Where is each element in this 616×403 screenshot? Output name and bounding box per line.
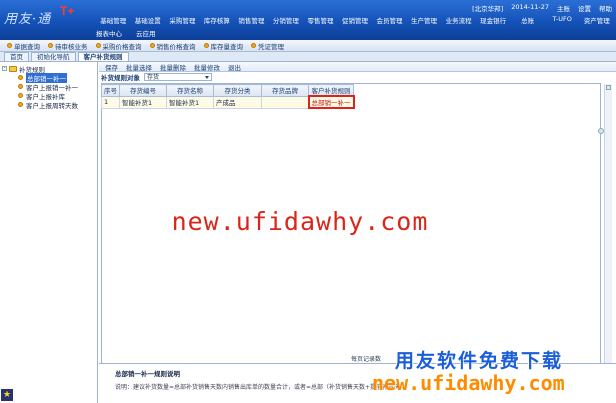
status-bar: [北京华邦] 2014-11-27 主账 设置 帮助	[472, 3, 612, 13]
table-cell[interactable]: 智能补货1	[119, 95, 167, 109]
table-cell[interactable]: 智能补货1	[166, 95, 214, 109]
node-icon	[18, 75, 23, 80]
collapse-icon[interactable]: -	[2, 66, 7, 71]
tab-init-nav[interactable]: 初始化导航	[31, 52, 76, 61]
company-name: [北京华邦]	[472, 5, 504, 13]
top-banner: 用友·通 T+ [北京华邦] 2014-11-27 主账 设置 帮助 基础管理 …	[0, 0, 616, 40]
menu-item[interactable]: 业务流程	[441, 15, 476, 25]
vertical-scrollbar[interactable]	[604, 84, 612, 378]
column-header[interactable]: 序号	[101, 84, 120, 97]
menu-item-report-center[interactable]: 报表中心	[96, 28, 122, 38]
action-toolbar: 保存 批量选择 批量删除 批量修改 退出	[99, 62, 616, 72]
table-cell[interactable]	[261, 95, 309, 109]
secondary-menu: 报表中心 云应用	[96, 28, 156, 38]
folder-icon	[9, 65, 17, 72]
description-title: 总部销一补一规则说明	[115, 370, 180, 378]
batch-edit-button[interactable]: 批量修改	[194, 62, 220, 72]
save-button[interactable]: 保存	[105, 62, 118, 72]
column-header[interactable]: 存货品牌	[261, 84, 309, 97]
watermark-brand: 用友软件免费下载	[395, 351, 564, 372]
tree-node[interactable]: 客户上报周转天数	[2, 100, 97, 110]
rule-cell-selected[interactable]: 总部销一补一	[307, 95, 355, 109]
menu-item[interactable]: 零售管理	[303, 15, 338, 25]
toolbar-icon	[251, 43, 256, 48]
filter-row: 补货规则对象 存货	[99, 72, 616, 82]
batch-delete-button[interactable]: 批量删除	[160, 62, 186, 72]
column-header[interactable]: 存货编号	[119, 84, 167, 97]
node-icon	[18, 93, 23, 98]
exit-button[interactable]: 退出	[228, 62, 241, 72]
scroll-up-icon[interactable]	[606, 85, 611, 90]
toolbar-item[interactable]: 待审核业务	[45, 41, 91, 51]
user-menu[interactable]: 主账	[557, 3, 570, 13]
menu-item[interactable]: T-UFO	[545, 15, 580, 25]
toolbar-icon	[48, 43, 53, 48]
menu-item[interactable]: 现金银行	[476, 15, 511, 25]
menu-item[interactable]: 基础管理	[96, 15, 131, 25]
tab-home[interactable]: 首页	[4, 52, 29, 61]
toolbar-item[interactable]: 库存量查询	[201, 41, 247, 51]
app-logo: 用友·通	[4, 12, 52, 27]
column-header[interactable]: 存货名称	[166, 84, 214, 97]
sidebar: - 补货规则 总部销一补一 客户上报销一补一 客户上报补库 客户上报周转天数	[0, 62, 98, 403]
menu-item[interactable]: 基础设置	[131, 15, 166, 25]
menu-item[interactable]: 采购管理	[165, 15, 200, 25]
menu-item[interactable]: 资产管理	[579, 15, 614, 25]
table-row[interactable]: 1 智能补货1 智能补货1 产成品 总部销一补一	[101, 95, 355, 109]
login-date: 2014-11-27	[511, 3, 549, 11]
page-size-label: 每页记录数	[351, 356, 382, 363]
settings-menu[interactable]: 设置	[578, 3, 591, 13]
toolbar-item[interactable]: 凭证管理	[248, 41, 287, 51]
menu-item[interactable]: 销售管理	[234, 15, 269, 25]
rules-table: 序号 存货编号 存货名称 存货分类 存货品牌 客户补货规则 1 智能补货1 智能…	[101, 84, 355, 109]
quick-toolbar: 单据查询 待审核业务 采购价格查询 销售价格查询 库存量查询 凭证管理	[0, 40, 616, 52]
toolbar-item[interactable]: 单据查询	[4, 41, 43, 51]
watermark-url-bottom: new.ufidawhy.com	[372, 371, 565, 395]
menu-item[interactable]: 生产管理	[407, 15, 442, 25]
menu-item-cloud[interactable]: 云应用	[136, 28, 156, 38]
logo-mark: T+	[60, 4, 75, 18]
menu-item[interactable]: 促销管理	[338, 15, 373, 25]
menu-item[interactable]: 分销管理	[269, 15, 304, 25]
column-header[interactable]: 存货分类	[213, 84, 262, 97]
tab-bar: 首页 初始化导航 客户补货规则	[0, 52, 616, 62]
watermark-url: new.ufidawhy.com	[171, 207, 429, 236]
pager: 每页记录数	[351, 354, 381, 363]
star-icon[interactable]: ★	[1, 389, 13, 401]
main-menu: 基础管理 基础设置 采购管理 库存核算 销售管理 分销管理 零售管理 促销管理 …	[96, 15, 614, 25]
table-header-row: 序号 存货编号 存货名称 存货分类 存货品牌 客户补货规则	[101, 84, 354, 97]
toolbar-item[interactable]: 采购价格查询	[93, 41, 145, 51]
toolbar-item[interactable]: 销售价格查询	[147, 41, 199, 51]
rule-tree: - 补货规则 总部销一补一 客户上报销一补一 客户上报补库 客户上报周转天数	[0, 62, 97, 110]
batch-select-button[interactable]: 批量选择	[126, 62, 152, 72]
menu-item[interactable]: 总账	[510, 15, 545, 25]
menu-item[interactable]: 库存核算	[200, 15, 235, 25]
rule-object-select[interactable]: 存货	[144, 73, 212, 81]
column-header[interactable]: 客户补货规则	[308, 84, 354, 97]
tab-replenish-rules[interactable]: 客户补货规则	[77, 52, 129, 61]
help-menu[interactable]: 帮助	[599, 3, 612, 13]
toolbar-icon	[7, 43, 12, 48]
table-cell[interactable]: 产成品	[213, 95, 262, 109]
toolbar-icon	[149, 43, 155, 48]
toolbar-icon	[95, 43, 101, 48]
description-body: 说明：建议补货数量=总部补货销售天数内销售出库单的数量合计，或者=总部（补货销售…	[115, 384, 413, 391]
filter-label: 补货规则对象	[101, 74, 140, 82]
toolbar-icon	[203, 43, 209, 48]
node-icon	[18, 102, 23, 107]
menu-item[interactable]: 会员管理	[372, 15, 407, 25]
table-cell: 1	[101, 95, 120, 109]
node-icon	[18, 84, 23, 89]
